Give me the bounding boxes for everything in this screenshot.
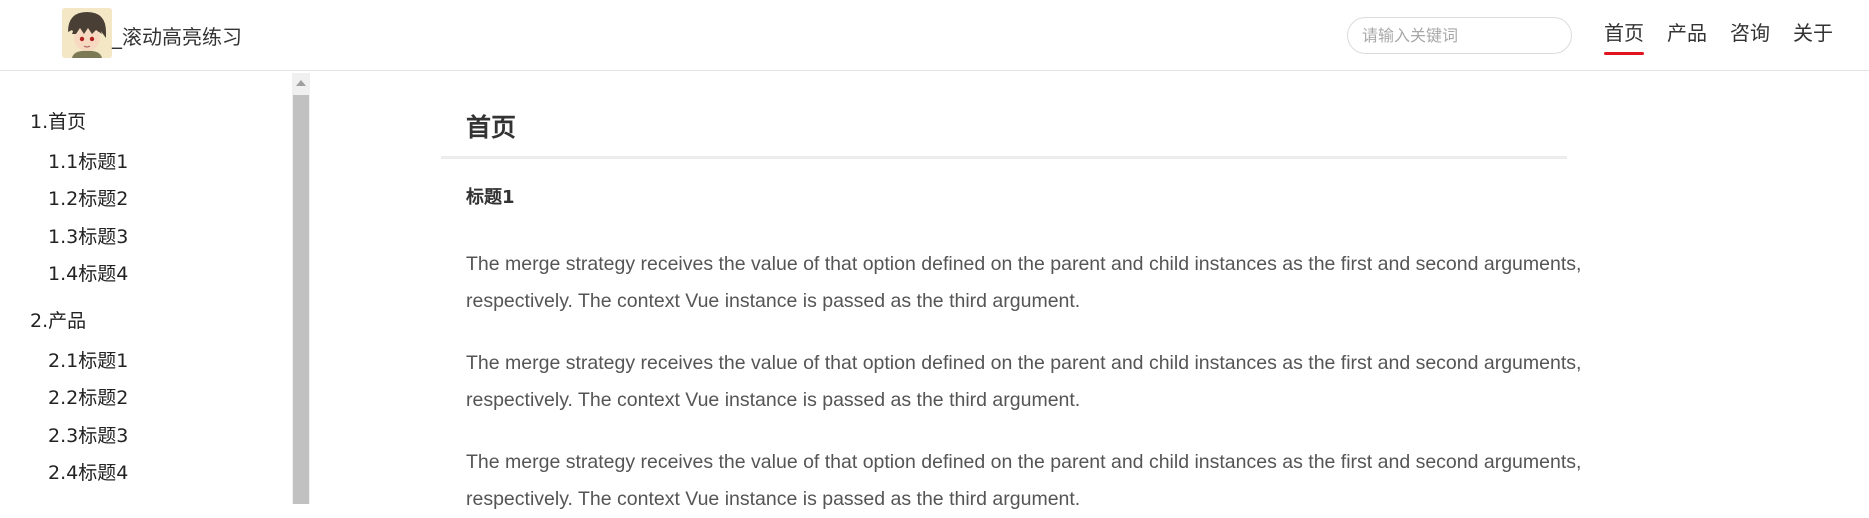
nav-about[interactable]: 关于	[1793, 18, 1833, 48]
sidebar-scrollbar[interactable]	[292, 73, 310, 504]
scroll-up-arrow-icon[interactable]	[292, 73, 310, 93]
scroll-thumb[interactable]	[293, 95, 309, 504]
section-divider	[441, 156, 1567, 159]
toc-item[interactable]: 1.3标题3	[48, 224, 128, 250]
section-title: 首页	[466, 113, 517, 142]
toc-item[interactable]: 1.4标题4	[48, 261, 128, 287]
subsection-title: 标题1	[466, 187, 515, 208]
toc-item[interactable]: 1.2标题2	[48, 186, 128, 212]
toc-group-products[interactable]: 2.产品	[30, 308, 86, 334]
nav-home[interactable]: 首页	[1604, 18, 1644, 55]
nav-consult[interactable]: 咨询	[1730, 18, 1770, 48]
anime-avatar-icon[interactable]	[62, 8, 112, 58]
toc-item[interactable]: 2.2标题2	[48, 385, 128, 411]
site-title: _滚动高亮练习	[112, 25, 242, 49]
main-content: 首页 标题1 The merge strategy receives the v…	[310, 71, 1869, 510]
toc-item[interactable]: 2.3标题3	[48, 423, 128, 449]
top-header: _滚动高亮练习 首页 产品 咨询 关于	[0, 0, 1869, 71]
toc-item[interactable]: 2.4标题4	[48, 460, 128, 486]
search-input[interactable]	[1347, 17, 1572, 54]
toc-item[interactable]: 1.1标题1	[48, 149, 128, 175]
toc-group-home[interactable]: 1.首页	[30, 109, 86, 135]
paragraph: The merge strategy receives the value of…	[466, 253, 1582, 312]
paragraph: The merge strategy receives the value of…	[466, 451, 1582, 510]
sidebar-toc: 1.首页 1.1标题1 1.2标题2 1.3标题3 1.4标题4 2.产品 2.…	[0, 71, 310, 504]
nav-products[interactable]: 产品	[1667, 18, 1707, 48]
toc-item[interactable]: 2.1标题1	[48, 348, 128, 374]
paragraph: The merge strategy receives the value of…	[466, 352, 1582, 411]
